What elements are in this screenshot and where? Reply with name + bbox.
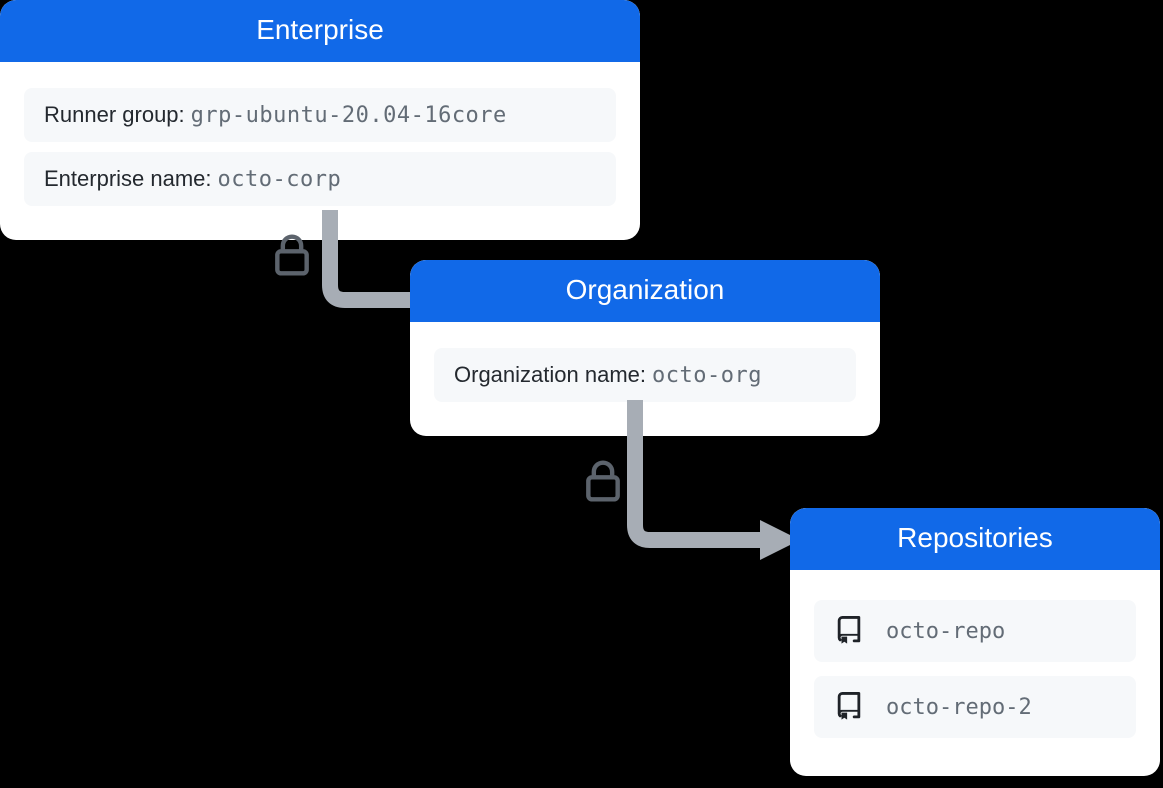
lock-icon xyxy=(581,456,625,506)
org-name-row: Organization name: octo-org xyxy=(434,348,856,402)
repo-item: octo-repo xyxy=(814,600,1136,662)
repo-icon xyxy=(834,690,864,724)
repo-name: octo-repo xyxy=(886,619,1005,644)
enterprise-name-value: octo-corp xyxy=(218,167,342,192)
enterprise-title: Enterprise xyxy=(0,0,640,62)
repositories-card: Repositories octo-repo octo-repo-2 xyxy=(790,508,1160,776)
enterprise-card: Enterprise Runner group: grp-ubuntu-20.0… xyxy=(0,0,640,240)
repositories-body: octo-repo octo-repo-2 xyxy=(790,570,1160,776)
runner-group-row: Runner group: grp-ubuntu-20.04-16core xyxy=(24,88,616,142)
runner-group-label: Runner group: xyxy=(44,102,185,128)
runner-group-value: grp-ubuntu-20.04-16core xyxy=(191,103,507,128)
org-name-label: Organization name: xyxy=(454,362,646,388)
repo-icon xyxy=(834,614,864,648)
repositories-title: Repositories xyxy=(790,508,1160,570)
repo-name: octo-repo-2 xyxy=(886,695,1032,720)
organization-title: Organization xyxy=(410,260,880,322)
repo-item: octo-repo-2 xyxy=(814,676,1136,738)
connector-org-to-repos xyxy=(605,400,805,560)
enterprise-name-row: Enterprise name: octo-corp xyxy=(24,152,616,206)
lock-icon xyxy=(270,230,314,280)
org-name-value: octo-org xyxy=(652,363,762,388)
enterprise-name-label: Enterprise name: xyxy=(44,166,212,192)
